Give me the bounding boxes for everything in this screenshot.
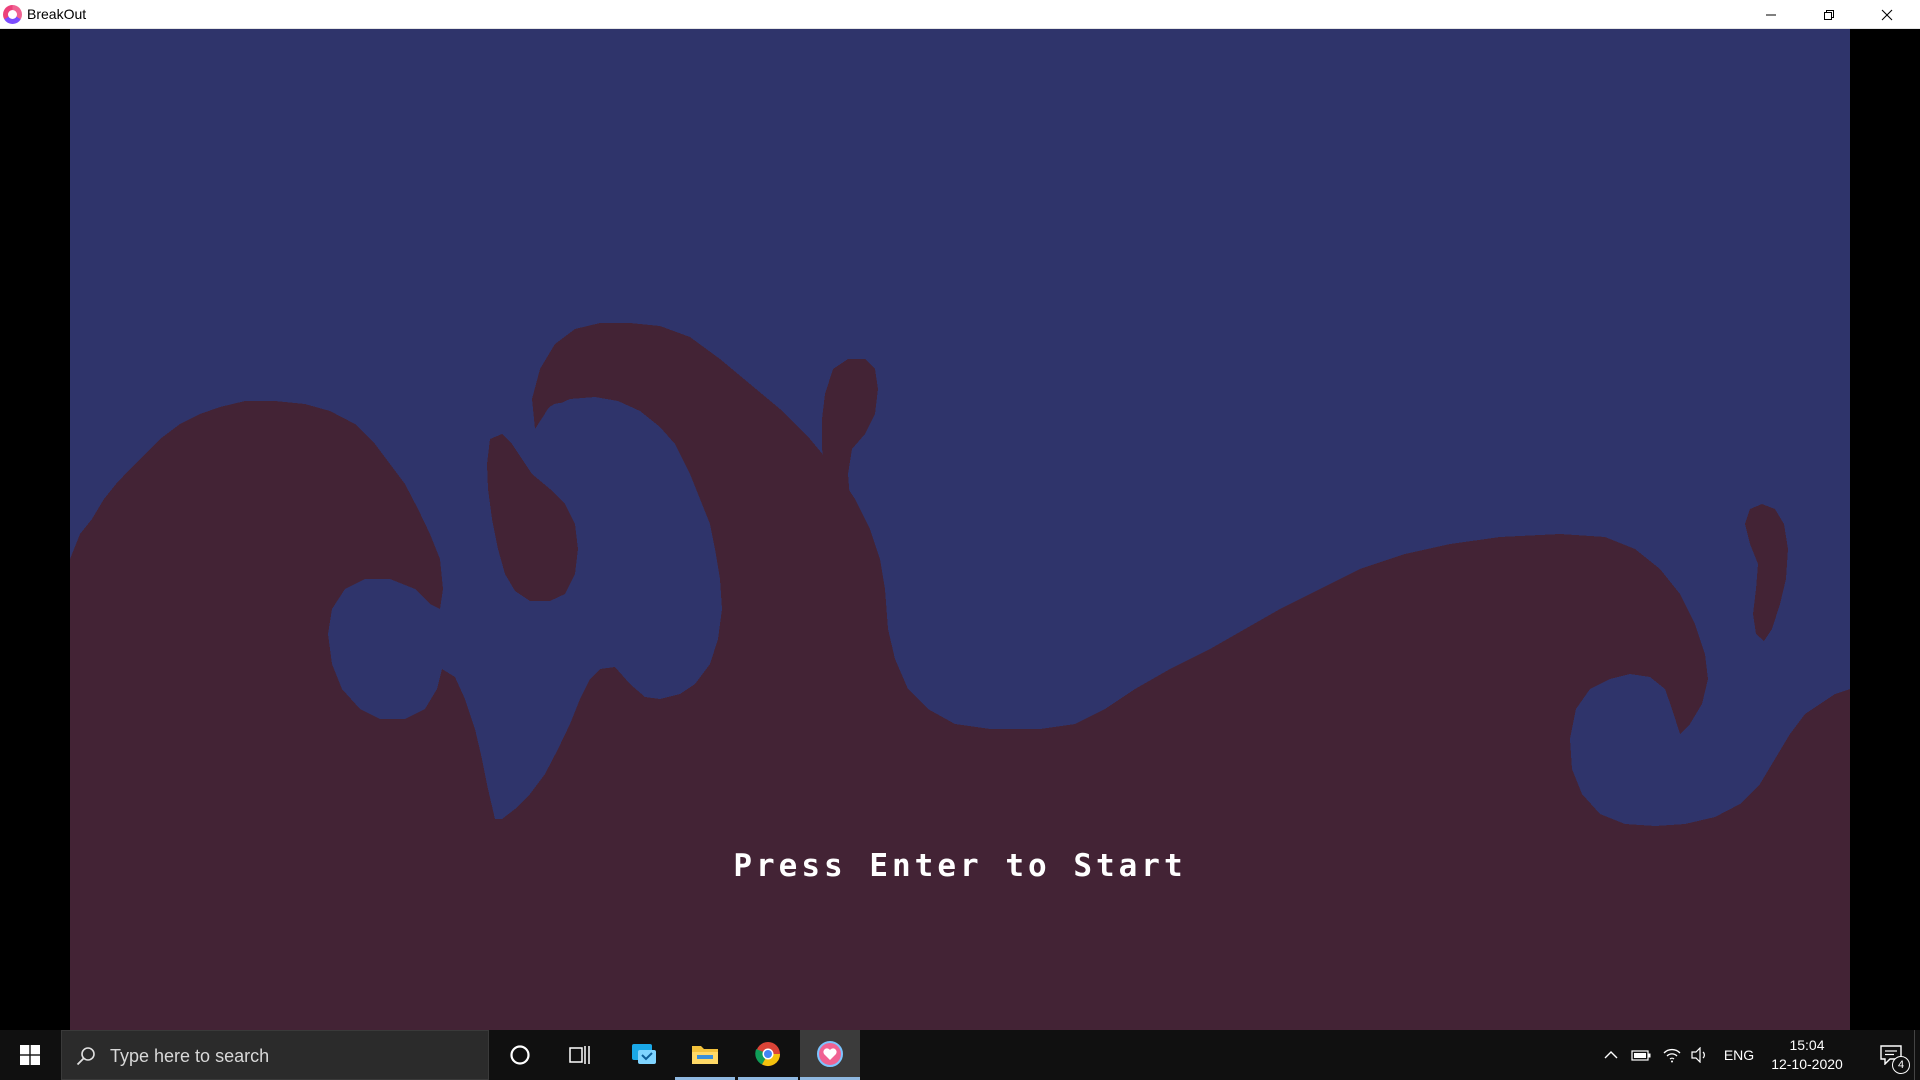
wifi-icon bbox=[1663, 1048, 1681, 1063]
task-view-icon bbox=[569, 1046, 590, 1064]
tray-clock[interactable]: 15:04 12-10-2020 bbox=[1762, 1036, 1852, 1074]
taskbar: Type here to search ENG 15:04 12-10-2020… bbox=[0, 1030, 1920, 1080]
game-letterbox: Press Enter to Start bbox=[0, 29, 1920, 1030]
tray-battery[interactable] bbox=[1628, 1030, 1654, 1080]
chrome-icon bbox=[755, 1041, 780, 1066]
minimize-button[interactable] bbox=[1742, 0, 1800, 29]
feedback-icon bbox=[632, 1044, 656, 1064]
cortana-button[interactable] bbox=[490, 1030, 550, 1080]
show-desktop-button[interactable] bbox=[1914, 1030, 1920, 1080]
action-center-button[interactable]: 4 bbox=[1862, 1030, 1920, 1080]
volume-icon bbox=[1691, 1047, 1705, 1063]
wave-eye bbox=[543, 403, 577, 443]
taskbar-app-breakout[interactable] bbox=[800, 1030, 860, 1080]
search-placeholder: Type here to search bbox=[110, 1046, 270, 1066]
tray-language[interactable]: ENG bbox=[1718, 1030, 1760, 1080]
tray-network[interactable] bbox=[1660, 1030, 1684, 1080]
close-icon bbox=[1881, 9, 1893, 20]
close-button[interactable] bbox=[1858, 0, 1916, 29]
taskbar-app-chrome[interactable] bbox=[738, 1030, 798, 1080]
start-prompt: Press Enter to Start bbox=[733, 848, 1187, 884]
search-input[interactable]: Type here to search bbox=[61, 1030, 489, 1080]
search-icon bbox=[76, 1047, 95, 1066]
minimize-icon bbox=[1766, 14, 1776, 15]
clock-date: 12-10-2020 bbox=[1771, 1056, 1843, 1072]
notification-count-badge: 4 bbox=[1892, 1056, 1910, 1074]
tray-overflow-button[interactable] bbox=[1600, 1030, 1622, 1080]
window-title: BreakOut bbox=[27, 6, 87, 22]
tray-volume[interactable] bbox=[1688, 1030, 1712, 1080]
task-view-button[interactable] bbox=[550, 1030, 610, 1080]
window-title-bar[interactable]: BreakOut bbox=[0, 0, 1920, 29]
folder-icon bbox=[692, 1045, 718, 1064]
cortana-circle-icon bbox=[510, 1045, 530, 1065]
windows-logo-icon bbox=[20, 1045, 40, 1065]
taskbar-app-file-explorer[interactable] bbox=[675, 1030, 735, 1080]
breakout-heart-icon bbox=[817, 1040, 843, 1067]
breakout-app-icon bbox=[3, 5, 22, 24]
taskbar-app-feedback-hub[interactable] bbox=[614, 1030, 674, 1080]
restore-icon bbox=[1824, 9, 1834, 20]
chevron-up-icon bbox=[1604, 1051, 1618, 1059]
clock-time: 15:04 bbox=[1789, 1037, 1825, 1053]
battery-icon bbox=[1631, 1050, 1651, 1061]
start-button[interactable] bbox=[0, 1030, 60, 1080]
restore-button[interactable] bbox=[1800, 0, 1858, 29]
game-canvas[interactable]: Press Enter to Start bbox=[70, 29, 1850, 1030]
